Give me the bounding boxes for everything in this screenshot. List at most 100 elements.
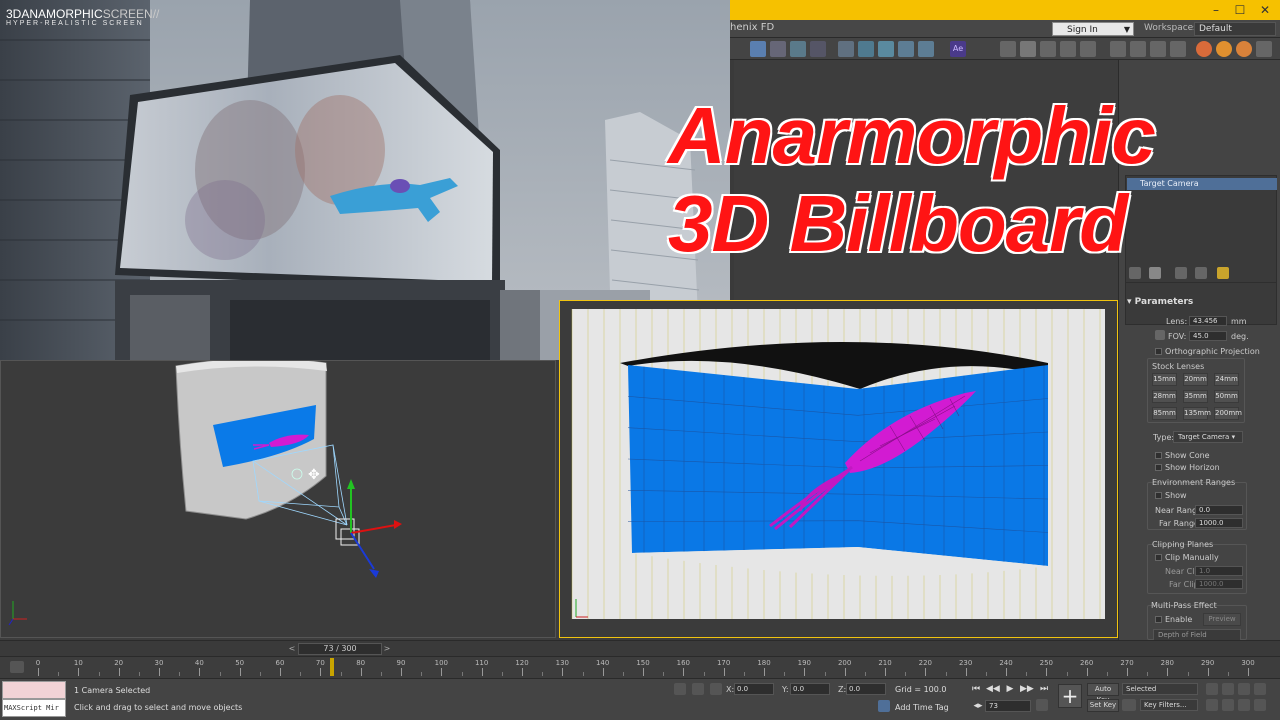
maxscript-output[interactable]: MAXScript Mir xyxy=(2,699,66,717)
add-time-tag-button[interactable]: Add Time Tag xyxy=(895,703,949,712)
near-range-spinner[interactable]: 0.0 xyxy=(1195,505,1243,515)
fov-direction-icon[interactable] xyxy=(1155,330,1165,340)
pan-icon[interactable] xyxy=(1222,699,1234,711)
toolbar-video-icon[interactable] xyxy=(1110,41,1126,57)
y-coordinate-field[interactable]: 0.0 xyxy=(790,683,830,695)
clip-manually-checkbox[interactable] xyxy=(1155,554,1162,561)
frame-counter[interactable]: 73 / 300 xyxy=(298,643,382,655)
stock-lens-button[interactable]: 135mm xyxy=(1183,407,1211,420)
toolbar-dope-icon[interactable] xyxy=(810,41,826,57)
stock-lens-button[interactable]: 15mm xyxy=(1152,373,1177,386)
toolbar-shirt-icon[interactable] xyxy=(1040,41,1056,57)
toolbar-sphere-icon[interactable] xyxy=(1020,41,1036,57)
time-config-icon[interactable] xyxy=(1036,699,1048,711)
toolbar-graph-icon[interactable] xyxy=(750,41,766,57)
unique-icon[interactable] xyxy=(1175,267,1187,279)
maxscript-listener[interactable]: MAXScript Mir xyxy=(2,681,66,717)
next-key-icon[interactable]: ▶▶ xyxy=(1020,683,1034,695)
preview-button[interactable]: Preview xyxy=(1203,613,1241,626)
multipass-enable-checkbox[interactable] xyxy=(1155,616,1162,623)
time-slider[interactable]: < 73 / 300 > xyxy=(0,640,1280,656)
lock-icon[interactable] xyxy=(674,683,686,695)
isolate-icon[interactable] xyxy=(692,683,704,695)
track-bar[interactable]: 0 10 20 30 40 50 60 70 80 90 100 110 120 130 140 150 160… xyxy=(0,656,1280,678)
pin-icon[interactable] xyxy=(1129,267,1141,279)
selection-lock-icon[interactable] xyxy=(710,683,722,695)
lens-spinner[interactable]: 43.456 xyxy=(1189,316,1227,326)
toolbar-orange-sphere-icon[interactable] xyxy=(1196,41,1212,57)
toolbar-ball-icon[interactable] xyxy=(1236,41,1252,57)
sign-in-dropdown[interactable]: Sign In ▼ xyxy=(1052,22,1134,36)
camera-type-select[interactable]: Target Camera ▾ xyxy=(1173,431,1243,443)
env-show-checkbox[interactable] xyxy=(1155,492,1162,499)
modifier-icon[interactable] xyxy=(1149,267,1161,279)
previous-key-icon[interactable]: ◀◀ xyxy=(986,683,1000,695)
after-effects-icon[interactable]: Ae xyxy=(950,41,966,57)
stock-lens-button[interactable]: 24mm xyxy=(1214,373,1239,386)
toolbar-list-icon[interactable] xyxy=(770,41,786,57)
show-horizon-checkbox[interactable] xyxy=(1155,464,1162,471)
toolbar-tool-icon[interactable] xyxy=(1000,41,1016,57)
stock-lens-button[interactable]: 85mm xyxy=(1152,407,1177,420)
key-icon[interactable] xyxy=(1122,699,1136,711)
go-to-end-icon[interactable]: ⏭ xyxy=(1038,683,1050,695)
fov-spinner[interactable]: 45.0 xyxy=(1189,331,1227,341)
key-mode-icon[interactable]: ◂▸ xyxy=(972,700,984,712)
toolbar-material-icon[interactable] xyxy=(838,41,854,57)
key-selection-select[interactable]: Selected xyxy=(1122,683,1198,695)
zoom-extents-all-icon[interactable] xyxy=(1254,683,1266,695)
parameters-rollout-title[interactable]: ▾ Parameters xyxy=(1127,297,1193,307)
auto-key-button[interactable]: Auto Key xyxy=(1087,683,1119,704)
show-cone-checkbox[interactable] xyxy=(1155,452,1162,459)
current-frame-marker[interactable] xyxy=(330,658,335,676)
next-frame-arrow-icon[interactable]: > xyxy=(382,643,392,655)
toolbar-render-setup-icon[interactable] xyxy=(858,41,874,57)
toolbar-cloth-icon[interactable] xyxy=(1080,41,1096,57)
toolbar-mirror-icon[interactable] xyxy=(1150,41,1166,57)
toolbar-hair-icon[interactable] xyxy=(1060,41,1076,57)
x-coordinate-field[interactable]: 0.0 xyxy=(734,683,774,695)
curve-editor-icon[interactable] xyxy=(10,661,24,673)
toolbar-snapshot-icon[interactable] xyxy=(1130,41,1146,57)
minimize-button[interactable]: – xyxy=(1206,2,1226,18)
go-to-start-icon[interactable]: ⏮ xyxy=(970,683,982,695)
play-icon[interactable]: ▶ xyxy=(1004,683,1016,695)
toolbar-render-active-icon[interactable] xyxy=(918,41,934,57)
toolbar-teapot-icon[interactable] xyxy=(1216,41,1232,57)
menu-item-label[interactable]: henix FD xyxy=(730,22,774,33)
maxscript-input[interactable] xyxy=(2,681,66,699)
perspective-viewport[interactable]: ✥ xyxy=(0,358,556,638)
set-key-button[interactable]: Set Key xyxy=(1087,699,1119,712)
zoom-icon[interactable] xyxy=(1206,683,1218,695)
toolbar-settings-icon[interactable] xyxy=(1256,41,1272,57)
remove-modifier-icon[interactable] xyxy=(1195,267,1207,279)
close-button[interactable]: ✕ xyxy=(1255,2,1275,18)
set-key-big-button[interactable]: + xyxy=(1058,684,1082,708)
field-of-view-icon[interactable] xyxy=(1206,699,1218,711)
z-coordinate-field[interactable]: 0.0 xyxy=(846,683,886,695)
orthographic-checkbox[interactable] xyxy=(1155,348,1162,355)
toolbar-curve-icon[interactable] xyxy=(790,41,806,57)
orbit-icon[interactable] xyxy=(1238,699,1250,711)
zoom-all-icon[interactable] xyxy=(1222,683,1234,695)
current-frame-field[interactable]: 73 xyxy=(985,700,1031,712)
workspace-select[interactable]: Default xyxy=(1194,22,1276,36)
toolbar-render-icon[interactable] xyxy=(898,41,914,57)
zoom-extents-icon[interactable] xyxy=(1238,683,1250,695)
stock-lens-button[interactable]: 200mm xyxy=(1214,407,1242,420)
stock-lens-button[interactable]: 28mm xyxy=(1152,390,1177,403)
maximize-viewport-icon[interactable] xyxy=(1254,699,1266,711)
maximize-button[interactable]: ☐ xyxy=(1230,2,1250,18)
key-filters-button[interactable]: Key Filters... xyxy=(1140,699,1198,711)
stock-lens-button[interactable]: 50mm xyxy=(1214,390,1239,403)
far-range-spinner[interactable]: 1000.0 xyxy=(1195,518,1243,528)
far-clip-spinner[interactable]: 1000.0 xyxy=(1195,579,1243,589)
time-tag-icon[interactable] xyxy=(878,700,890,712)
toolbar-align-icon[interactable] xyxy=(1170,41,1186,57)
stock-lens-button[interactable]: 20mm xyxy=(1183,373,1208,386)
configure-icon[interactable] xyxy=(1217,267,1229,279)
stock-lens-button[interactable]: 35mm xyxy=(1183,390,1208,403)
near-clip-spinner[interactable]: 1.0 xyxy=(1195,566,1243,576)
camera-viewport[interactable] xyxy=(559,300,1118,638)
toolbar-render-frame-icon[interactable] xyxy=(878,41,894,57)
